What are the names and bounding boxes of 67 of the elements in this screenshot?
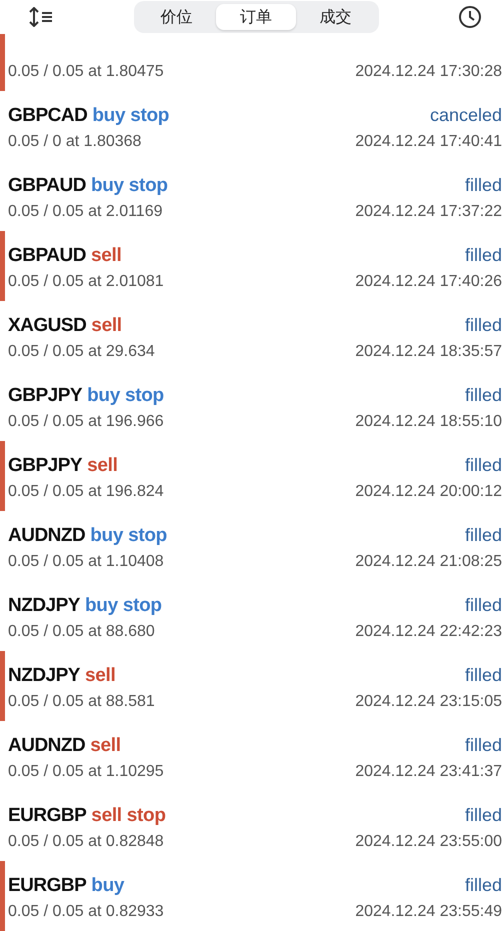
symbol: AUDNZD — [8, 735, 86, 757]
order-status: filled — [464, 525, 502, 546]
order-volume-price: 0.05 / 0.05 at 196.966 — [8, 413, 164, 431]
symbol: XAGUSD — [8, 315, 86, 337]
order-type: buy stop — [90, 525, 167, 547]
order-volume-price: 0.05 / 0.05 at 196.824 — [8, 483, 164, 501]
order-type: sell — [90, 735, 121, 757]
symbol: NZDJPY — [8, 665, 80, 687]
order-volume-price: 0.05 / 0.05 at 1.10408 — [8, 553, 164, 571]
order-type: sell — [90, 245, 122, 267]
order-volume-price: 0.05 / 0.05 at 1.80475 — [8, 63, 164, 81]
order-status: filled — [464, 595, 502, 616]
order-type: sell stop — [91, 805, 166, 827]
order-time: 2024.12.24 17:40:26 — [355, 273, 502, 291]
order-time: 2024.12.24 22:42:23 — [355, 623, 502, 641]
tab[interactable]: 价位 — [136, 4, 216, 30]
order-time: 2024.12.24 17:30:28 — [355, 63, 502, 81]
symbol: GBPJPY — [8, 455, 82, 477]
order-type: sell — [91, 315, 122, 337]
order-time: 2024.12.24 23:15:05 — [355, 693, 502, 711]
order-type: buy stop — [90, 175, 168, 197]
tab[interactable]: 订单 — [216, 4, 296, 30]
tab[interactable]: 成交 — [296, 4, 376, 30]
symbol: GBPCAD — [8, 105, 88, 127]
order-status: filled — [464, 875, 502, 896]
order-time: 2024.12.24 18:35:57 — [355, 343, 502, 361]
order-status: filled — [464, 805, 502, 826]
order-type: sell — [84, 665, 116, 687]
clock-icon[interactable] — [458, 5, 482, 29]
order-volume-price: 0.05 / 0.05 at 29.634 — [8, 343, 155, 361]
order-status: filled — [464, 735, 502, 756]
order-volume-price: 0.05 / 0 at 1.80368 — [8, 133, 142, 151]
symbol: EURGBP — [8, 875, 86, 897]
order-time: 2024.12.24 23:55:49 — [355, 903, 502, 921]
order-volume-price: 0.05 / 0.05 at 2.01169 — [8, 203, 162, 221]
order-time: 2024.12.24 20:00:12 — [355, 483, 502, 501]
order-volume-price: 0.05 / 0.05 at 2.01081 — [8, 273, 164, 291]
order-type: buy — [91, 875, 124, 897]
order-status: filled — [464, 455, 502, 476]
sort-icon[interactable] — [28, 7, 54, 27]
symbol: AUDNZD — [8, 525, 86, 547]
order-time: 2024.12.24 17:37:22 — [355, 203, 502, 221]
symbol: NZDJPY — [8, 595, 80, 617]
symbol: GBPAUD — [8, 245, 86, 267]
order-volume-price: 0.05 / 0.05 at 0.82848 — [8, 833, 164, 851]
order-status: filled — [464, 175, 502, 196]
order-time: 2024.12.24 23:55:00 — [355, 833, 502, 851]
symbol: EURGBP — [8, 805, 86, 827]
order-status: filled — [464, 315, 502, 336]
order-type: sell — [87, 455, 118, 477]
order-volume-price: 0.05 / 0.05 at 88.581 — [8, 693, 155, 711]
order-type: buy stop — [87, 385, 164, 407]
order-volume-price: 0.05 / 0.05 at 0.82933 — [8, 903, 164, 921]
order-status: filled — [464, 665, 502, 686]
order-time: 2024.12.24 18:55:10 — [355, 413, 502, 431]
order-type: buy stop — [84, 595, 162, 617]
order-status: filled — [464, 385, 502, 406]
order-volume-price: 0.05 / 0.05 at 88.680 — [8, 623, 155, 641]
symbol: GBPAUD — [8, 175, 86, 197]
symbol: GBPJPY — [8, 385, 82, 407]
order-time: 2024.12.24 23:41:37 — [355, 763, 502, 781]
order-volume-price: 0.05 / 0.05 at 1.10295 — [8, 763, 164, 781]
order-time: 2024.12.24 21:08:25 — [355, 553, 502, 571]
order-status: canceled — [430, 105, 502, 126]
order-status: filled — [464, 245, 502, 266]
order-type: buy stop — [92, 105, 170, 127]
order-time: 2024.12.24 17:40:41 — [355, 133, 502, 151]
